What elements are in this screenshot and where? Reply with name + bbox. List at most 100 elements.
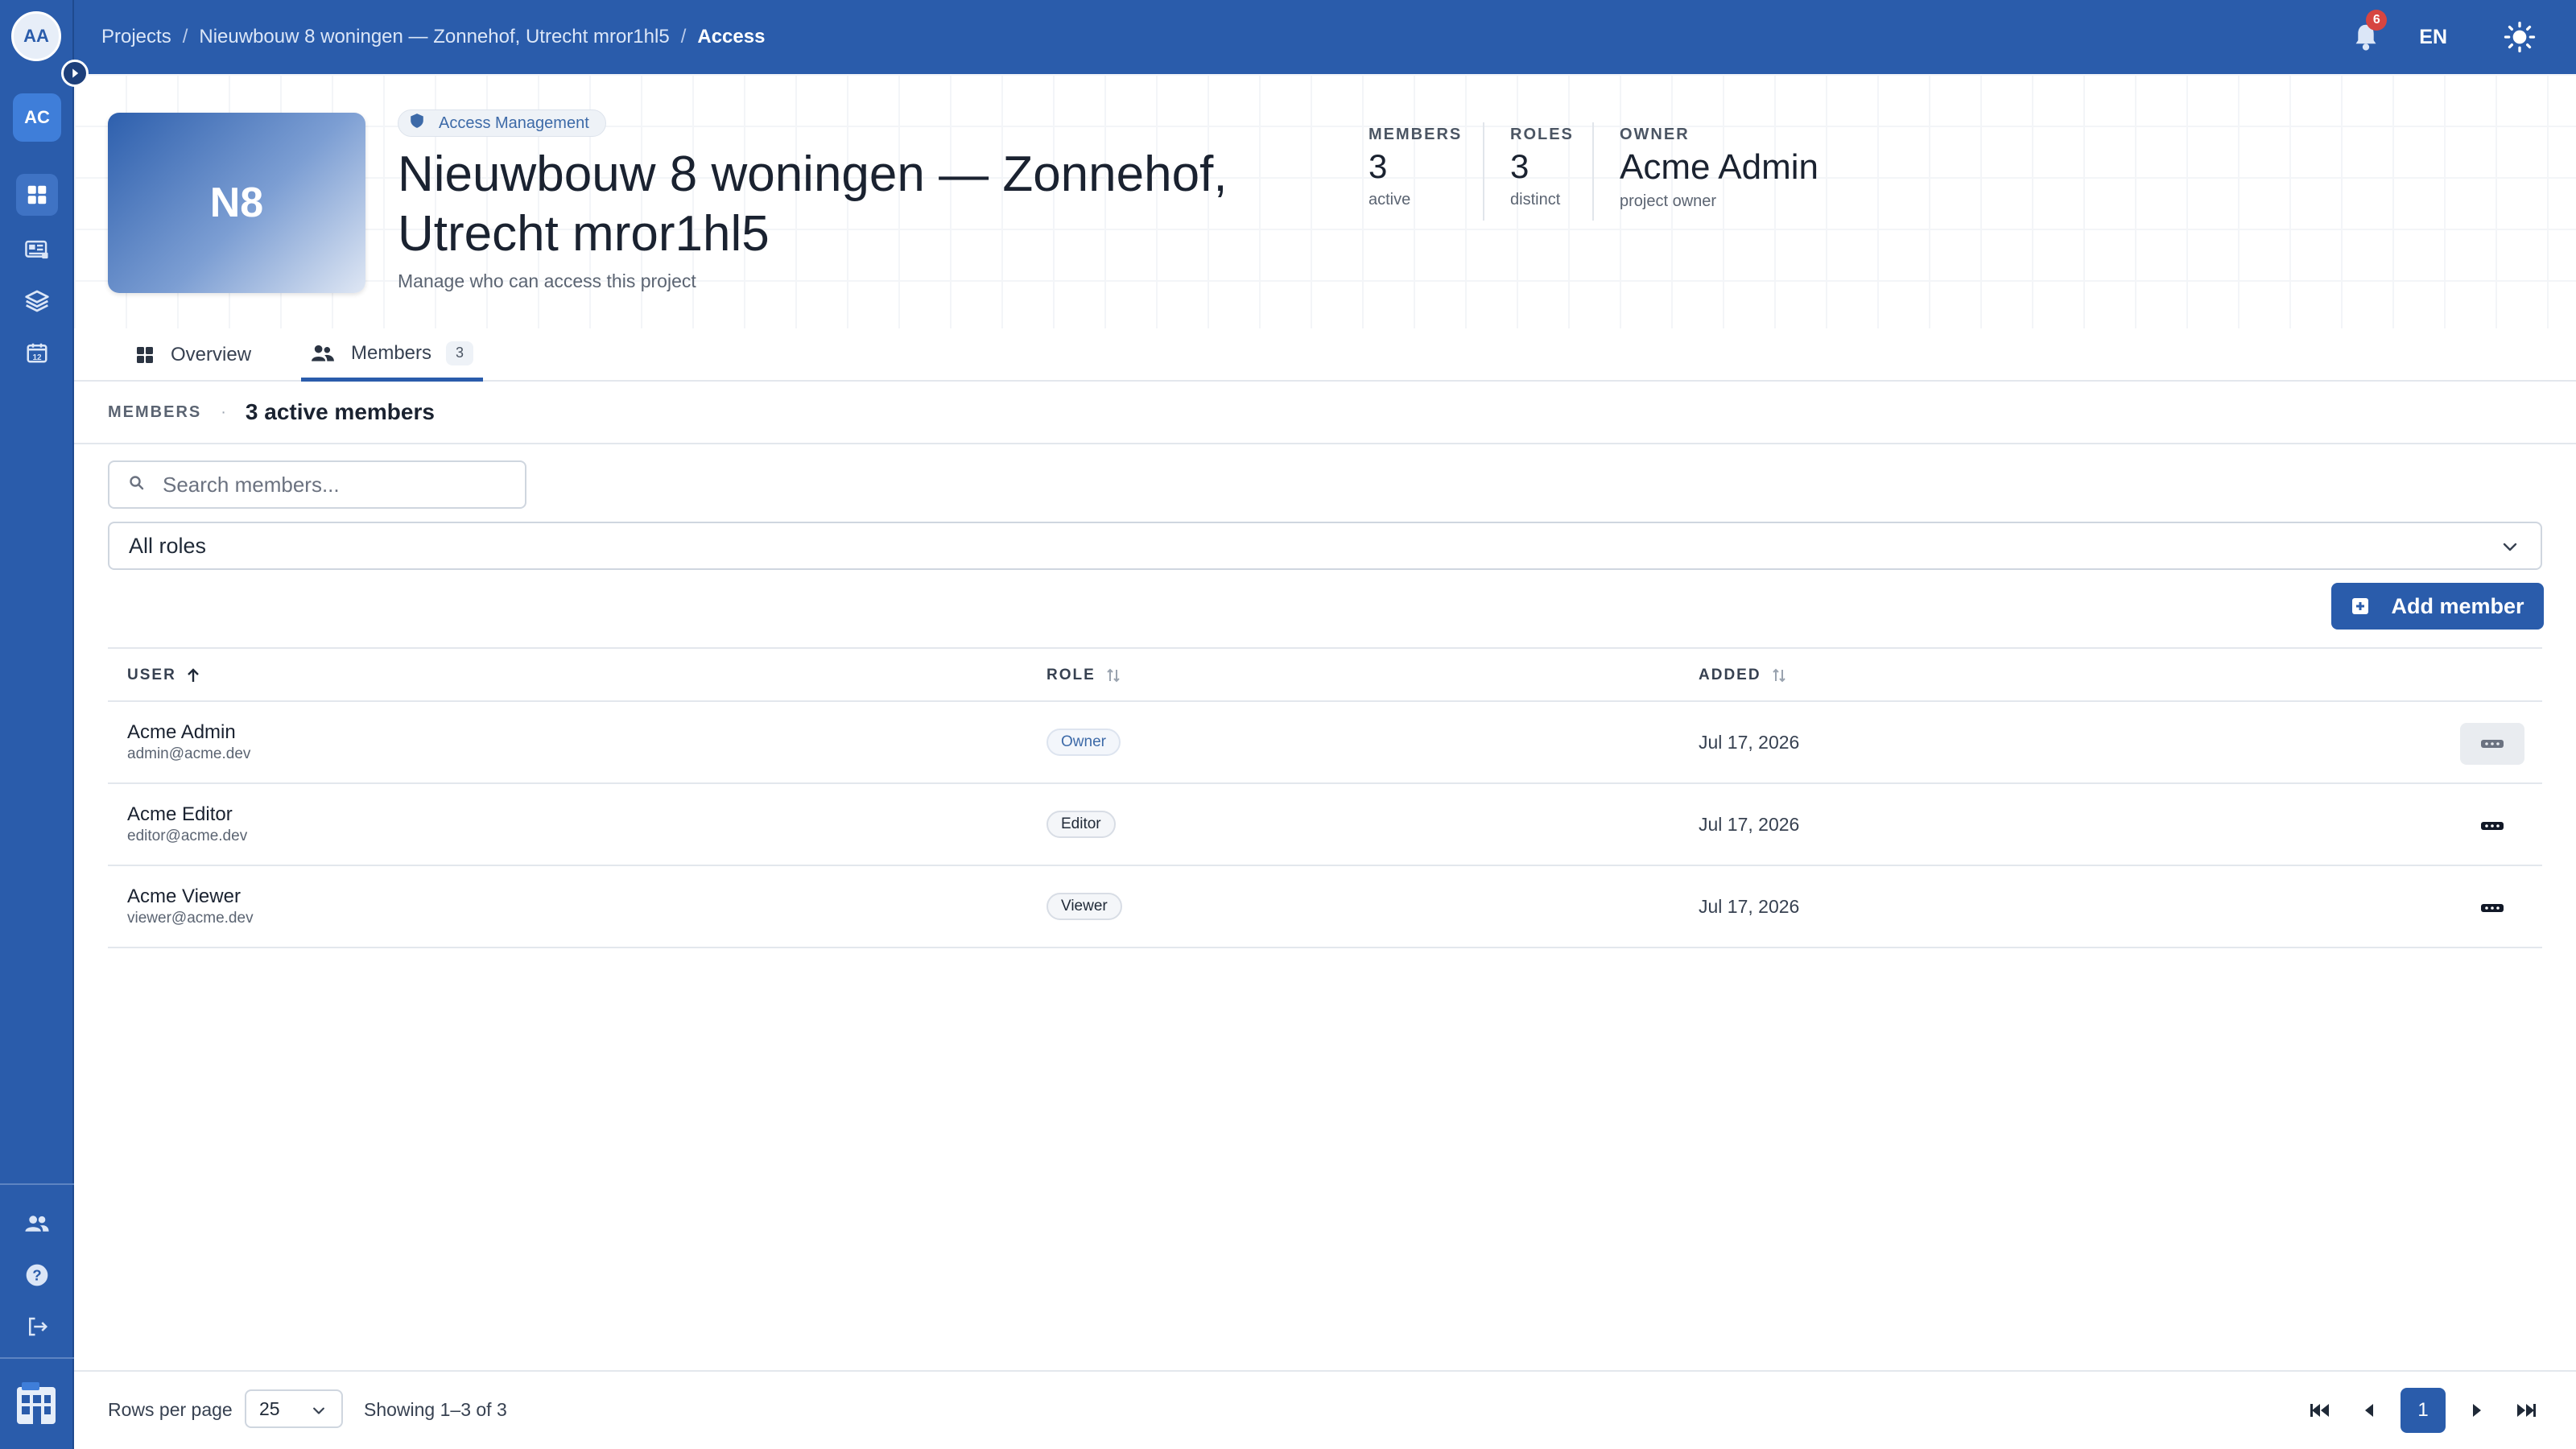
language-switcher[interactable]: EN bbox=[2419, 26, 2447, 49]
news-icon bbox=[25, 240, 48, 259]
user-name: Acme Editor bbox=[127, 803, 233, 825]
chevron-left-icon bbox=[2365, 1404, 2373, 1417]
next-page-button[interactable] bbox=[2462, 1388, 2494, 1433]
calendar-icon: 12 bbox=[27, 343, 47, 363]
last-page-button[interactable] bbox=[2510, 1388, 2542, 1433]
more-icon bbox=[2481, 904, 2504, 912]
plus-square-icon bbox=[2351, 597, 2370, 616]
added-cell: Jul 17, 2026 bbox=[1699, 702, 1799, 782]
role-filter-value: All roles bbox=[129, 533, 207, 558]
role-badge: Owner bbox=[1046, 729, 1121, 756]
notifications-button[interactable]: 6 bbox=[2348, 10, 2388, 55]
dashboard-icon bbox=[27, 185, 47, 204]
rows-per-page-select[interactable]: 25 bbox=[245, 1389, 343, 1428]
column-header-user[interactable]: USER bbox=[127, 649, 200, 702]
chevron-right-icon bbox=[72, 68, 79, 78]
calendar-day-label: 12 bbox=[32, 353, 42, 362]
user-cell: Acme Editor editor@acme.dev bbox=[127, 784, 247, 865]
stat-roles: ROLES 3 distinct bbox=[1510, 126, 1574, 209]
page-title: Nieuwbouw 8 woningen — Zonnehof, Utrecht… bbox=[398, 147, 1228, 262]
people-icon bbox=[311, 344, 335, 363]
org-switcher[interactable]: AC bbox=[13, 93, 61, 142]
layers-icon bbox=[25, 290, 49, 312]
user-avatar[interactable]: AA bbox=[11, 11, 61, 61]
added-cell: Jul 17, 2026 bbox=[1699, 866, 1799, 947]
members-section-header: MEMBERS · 3 active members bbox=[74, 382, 2576, 444]
sidebar-item-dashboard[interactable] bbox=[16, 174, 58, 216]
pager: 1 bbox=[2288, 1388, 2542, 1433]
sidebar-item-users[interactable] bbox=[16, 1203, 58, 1245]
tab-label: Overview bbox=[171, 344, 252, 365]
stat-sub: active bbox=[1368, 191, 1411, 208]
stat-label: OWNER bbox=[1620, 126, 1690, 143]
table-row[interactable]: Acme Viewer viewer@acme.dev Viewer Jul 1… bbox=[108, 866, 2542, 948]
project-thumbnail: N8 bbox=[108, 113, 365, 293]
section-label: MEMBERS bbox=[108, 402, 202, 421]
table-row[interactable]: Acme Editor editor@acme.dev Editor Jul 1… bbox=[108, 784, 2542, 866]
add-member-label: Add member bbox=[2391, 593, 2524, 618]
help-icon: ? bbox=[26, 1264, 48, 1286]
user-cell: Acme Admin admin@acme.dev bbox=[127, 702, 250, 782]
stat-value: Acme Admin bbox=[1620, 147, 1818, 187]
row-actions-button[interactable] bbox=[2460, 887, 2524, 929]
project-header: N8 Access Management Nieuwbouw 8 woninge… bbox=[74, 74, 2576, 328]
column-label: ADDED bbox=[1699, 667, 1761, 683]
row-actions-button[interactable] bbox=[2460, 805, 2524, 847]
stat-label: MEMBERS bbox=[1368, 126, 1463, 143]
role-filter-select[interactable]: All roles bbox=[108, 522, 2542, 570]
user-name: Acme Viewer bbox=[127, 886, 241, 907]
notification-count-badge: 6 bbox=[2366, 10, 2388, 31]
tab-members[interactable]: Members 3 bbox=[301, 328, 484, 382]
sidebar-divider bbox=[0, 1183, 74, 1185]
add-member-button[interactable]: Add member bbox=[2331, 583, 2544, 630]
role-cell: Viewer bbox=[1046, 866, 1122, 947]
double-chevron-left-icon bbox=[2310, 1404, 2329, 1417]
role-badge: Editor bbox=[1046, 811, 1116, 838]
arrow-up-icon bbox=[186, 667, 200, 683]
user-cell: Acme Viewer viewer@acme.dev bbox=[127, 866, 254, 947]
breadcrumb-separator: / bbox=[680, 26, 687, 47]
first-page-button[interactable] bbox=[2304, 1388, 2336, 1433]
sidebar-collapse-button[interactable] bbox=[61, 60, 89, 87]
row-actions-button[interactable] bbox=[2460, 723, 2524, 765]
breadcrumb-projects[interactable]: Projects bbox=[101, 26, 171, 48]
sidebar-item-calendar[interactable]: 12 bbox=[16, 332, 58, 374]
sidebar-item-layers[interactable] bbox=[16, 280, 58, 322]
added-cell: Jul 17, 2026 bbox=[1699, 784, 1799, 865]
shield-icon bbox=[410, 113, 424, 134]
more-icon bbox=[2481, 740, 2504, 748]
users-icon bbox=[25, 1216, 49, 1232]
theme-toggle[interactable] bbox=[2502, 19, 2537, 55]
previous-page-button[interactable] bbox=[2352, 1388, 2384, 1433]
stat-divider bbox=[1592, 122, 1594, 221]
sidebar-item-help[interactable]: ? bbox=[16, 1254, 58, 1296]
added-date: Jul 17, 2026 bbox=[1699, 895, 1800, 917]
sidebar-item-logout[interactable] bbox=[16, 1306, 58, 1348]
search-input[interactable] bbox=[163, 472, 501, 497]
search-box bbox=[108, 460, 526, 509]
double-chevron-right-icon bbox=[2517, 1404, 2536, 1417]
page-button-current[interactable]: 1 bbox=[2401, 1388, 2446, 1433]
stat-value: 3 bbox=[1368, 147, 1388, 185]
column-header-added[interactable]: ADDED bbox=[1699, 649, 1787, 702]
separator-dot: · bbox=[221, 402, 226, 421]
breadcrumb-current: Access bbox=[697, 26, 766, 47]
added-date: Jul 17, 2026 bbox=[1699, 731, 1800, 753]
rows-per-page-label: Rows per page bbox=[108, 1399, 233, 1420]
chevron-down-icon bbox=[311, 1402, 327, 1424]
sidebar-divider bbox=[0, 1357, 74, 1359]
tab-overview[interactable]: Overview bbox=[135, 328, 251, 382]
access-management-chip: Access Management bbox=[398, 109, 606, 137]
column-header-role[interactable]: ROLE bbox=[1046, 649, 1121, 702]
pagination-footer: Rows per page 25 Showing 1–3 of 3 1 bbox=[74, 1370, 2576, 1449]
table-row[interactable]: Acme Admin admin@acme.dev Owner Jul 17, … bbox=[108, 702, 2542, 784]
app-logo bbox=[11, 1377, 61, 1430]
showing-range: Showing 1–3 of 3 bbox=[364, 1399, 507, 1420]
chip-label: Access Management bbox=[439, 114, 589, 132]
page-subtitle: Manage who can access this project bbox=[398, 270, 696, 291]
breadcrumb-project[interactable]: Nieuwbouw 8 woningen — Zonnehof, Utrecht… bbox=[199, 26, 669, 48]
breadcrumb-separator: / bbox=[182, 26, 188, 47]
stat-value: 3 bbox=[1510, 147, 1530, 185]
sidebar-item-news[interactable] bbox=[16, 229, 58, 270]
sort-icon bbox=[1105, 667, 1121, 683]
